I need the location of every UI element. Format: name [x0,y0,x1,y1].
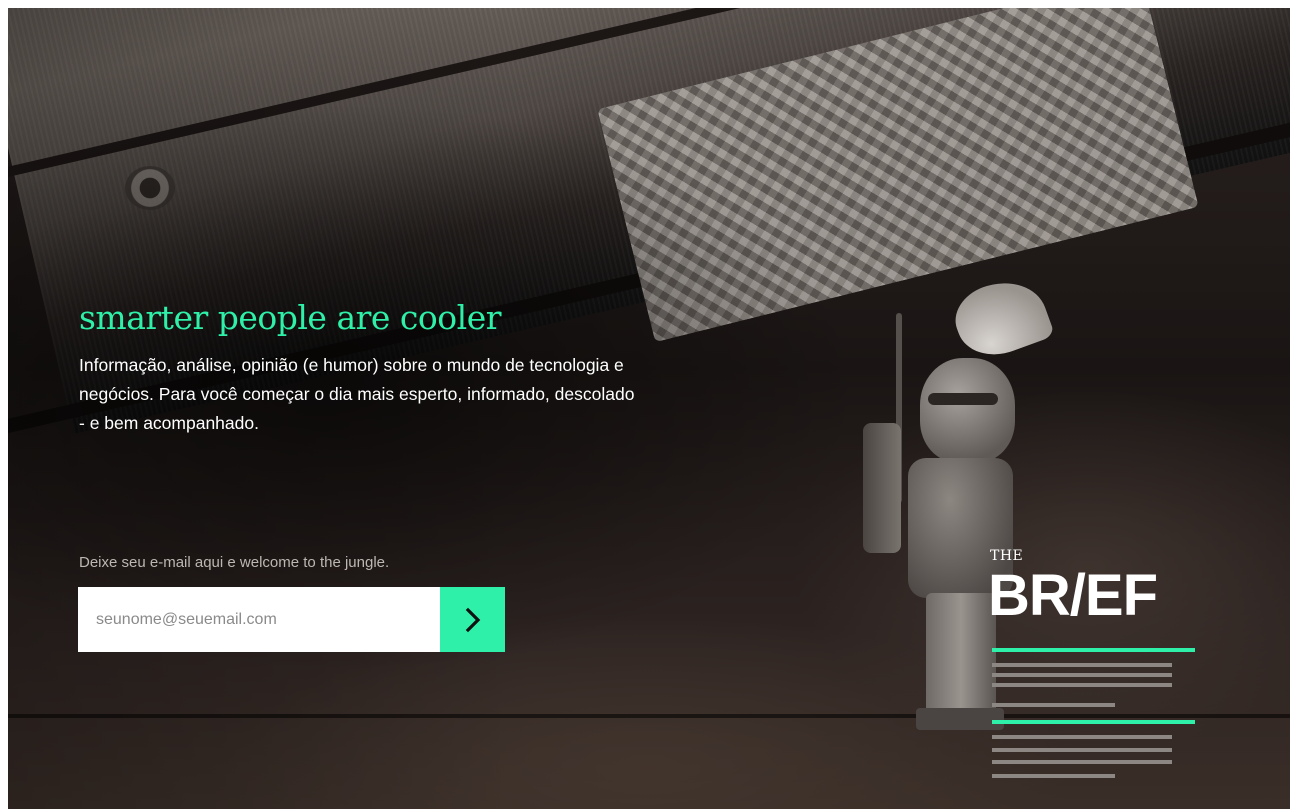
email-input[interactable] [78,587,440,652]
logo-the-text: THE [990,548,1024,564]
logo-text-line [992,735,1172,739]
logo-text-line [992,748,1172,752]
logo-text-line [992,663,1172,667]
logo-accent-bar [992,648,1195,652]
signup-form [78,587,505,652]
logo-text-line [992,703,1115,707]
logo-text-line [992,774,1115,778]
submit-button[interactable] [440,587,505,652]
knight-visor [928,393,998,405]
knight-plume [946,269,1056,367]
logo-accent-bar [992,720,1195,724]
the-brief-logo: THE BR/EF [988,548,1200,788]
logo-text-line [992,683,1172,687]
logo-text-line [992,673,1172,677]
headline: smarter people are cooler [79,298,502,337]
knight-legs [926,593,996,723]
chevron-right-icon [463,606,483,634]
signup-prompt: Deixe seu e-mail aqui e welcome to the j… [79,554,390,571]
logo-text-line [992,760,1172,764]
logo-brief-text: BR/EF [988,563,1158,628]
knight-shield [863,423,901,553]
lead-paragraph: Informação, análise, opinião (e humor) s… [79,355,635,433]
knight-helmet [920,358,1015,463]
